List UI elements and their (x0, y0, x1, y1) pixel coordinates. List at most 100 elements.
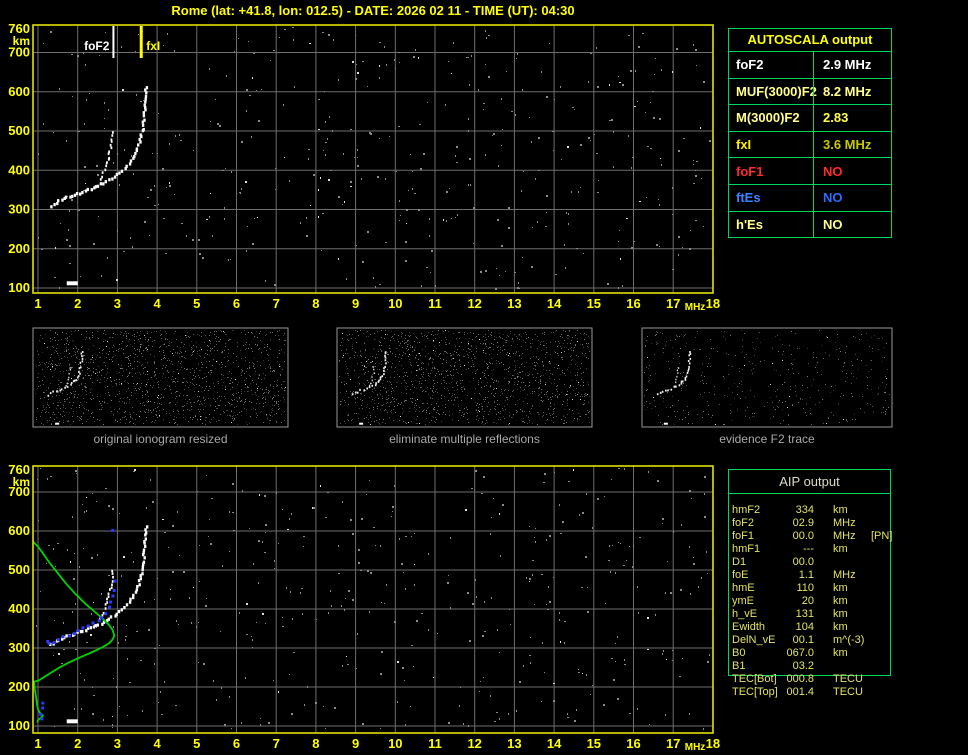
aip-cell-e (871, 686, 907, 699)
autoscala-table-title: AUTOSCALA output (729, 29, 891, 52)
aip-cell-e (871, 569, 907, 582)
aip-cell-u: km (833, 621, 848, 633)
panel-original-ionogram (32, 327, 289, 428)
page-title: Rome (lat: +41.8, lon: 012.5) - DATE: 20… (171, 3, 575, 18)
aip-cell-sp (814, 517, 833, 530)
aip-cell-v: 00.0 (792, 556, 814, 568)
aip-cell-sp (814, 504, 833, 517)
aip-cell-sp (814, 686, 833, 699)
axis-label: 300 (8, 640, 30, 655)
autoscala-param: M(3000)F2 (736, 110, 800, 126)
aip-cell-v: 001.4 (786, 686, 814, 698)
autoscala-row-fof2: foF2 2.9 MHz (729, 52, 891, 79)
axis-label: 16 (626, 296, 640, 311)
aip-cell-u: km (833, 608, 848, 620)
bottom-profile-plot: 760700600500400300200100km1 2 3 4 5 6 7 8 9 10 11 1… (8, 462, 720, 753)
axis-label: 17 (666, 736, 680, 751)
aip-cell-e: [PN] (871, 530, 893, 542)
grid-lines (33, 466, 714, 733)
aip-cell-sp (814, 634, 833, 647)
axis-label: 1 (34, 736, 41, 751)
axis-label: 11 (428, 296, 442, 311)
autoscala-value: 8.2 MHz (813, 78, 891, 105)
panel-noise (339, 330, 590, 425)
grid-lines (33, 25, 714, 293)
axis-label: 8 (312, 736, 319, 751)
axis-label: 13 (507, 296, 521, 311)
aip-row: foE 1.1 MHz (732, 569, 907, 582)
axis-label: MHz (685, 742, 706, 753)
aip-cell-e (871, 517, 907, 530)
axis-label: 9 (352, 736, 359, 751)
axis-label: 600 (8, 84, 30, 99)
aip-cell-p: h_vE (732, 608, 758, 620)
aip-row: B0 067.0 km (732, 647, 907, 660)
panel-caption-eliminate: eliminate multiple reflections (389, 432, 540, 446)
panel-border (32, 327, 289, 428)
axis-label: 5 (193, 296, 200, 311)
axis-label: 17 (666, 296, 680, 311)
aip-row: B1 03.2 (732, 660, 907, 673)
axis-label: 200 (8, 241, 30, 256)
aip-cell-sp (814, 595, 833, 608)
aip-cell-v: 03.2 (792, 660, 814, 672)
aip-cell-u: MHz (833, 530, 856, 542)
ionogram-trace (50, 86, 149, 209)
axis-label: 7 (273, 296, 280, 311)
aip-cell-u: TECU (833, 673, 863, 685)
axis-label: fxI (146, 39, 160, 53)
axis-label: 11 (428, 736, 442, 751)
aip-cell-p: foF2 (732, 517, 755, 529)
panel-noise (35, 330, 286, 425)
axis-label: 16 (626, 736, 640, 751)
aip-cell-sp (814, 673, 833, 686)
aip-cell-v: 104 (795, 621, 814, 633)
axis-label: 8 (312, 296, 319, 311)
axis-label: 100 (8, 718, 30, 733)
aip-cell-e (871, 556, 907, 569)
aip-cell-u: TECU (833, 686, 863, 698)
aip-cell-p: foF1 (732, 530, 755, 542)
autoscala-param: fxI (736, 137, 752, 153)
axis-label: 3 (114, 736, 121, 751)
calibration-dash (66, 281, 78, 286)
aip-cell-v: 067.0 (786, 647, 814, 659)
aip-cell-u: m^(-3) (833, 634, 865, 646)
panel-evidence-f2-trace (641, 327, 893, 428)
autoscala-param: MUF(3000)F2 (736, 83, 817, 99)
panel-trace (656, 351, 692, 425)
axis-label: 13 (507, 736, 521, 751)
autoscala-param: foF1 (736, 163, 764, 179)
axis-label: 15 (587, 296, 601, 311)
aip-cell-p: B0 (732, 647, 746, 659)
aip-cell-v: 00.0 (792, 530, 814, 542)
axis-label: 6 (233, 296, 240, 311)
autoscala-param: h'Es (736, 216, 763, 232)
axis-label: km (13, 34, 30, 48)
axis-label: 2 (74, 296, 81, 311)
aip-row: foF2 02.9 MHz (732, 517, 907, 530)
axis-label: foF2 (84, 39, 110, 53)
panel-trace (351, 351, 387, 425)
aip-cell-sp (814, 621, 833, 634)
aip-cell-e (871, 647, 907, 660)
aip-cell-u (833, 556, 871, 569)
aip-cell-p: hmF1 (732, 543, 761, 555)
aip-row: hmF2 334 km (732, 504, 907, 517)
aip-cell-e (871, 621, 907, 634)
aip-cell-p: TEC[Top] (732, 686, 778, 698)
autoscala-value: 2.83 (813, 105, 891, 131)
axis-label: 500 (8, 562, 30, 577)
aip-row: Ewidth 104 km (732, 621, 907, 634)
aip-cell-e (871, 634, 907, 647)
axis-label: 18 (706, 736, 720, 751)
panel-caption-original: original ionogram resized (93, 432, 228, 446)
aip-cell-sp (814, 530, 833, 543)
aip-cell-e (871, 608, 907, 621)
aip-cell-u: km (833, 582, 848, 594)
aip-row: h_vE 131 km (732, 608, 907, 621)
axis-label: 200 (8, 679, 30, 694)
aip-cell-e (871, 543, 907, 556)
autoscala-row-fof1: foF1 NO (729, 158, 891, 185)
aip-cell-u: MHz (833, 569, 856, 581)
